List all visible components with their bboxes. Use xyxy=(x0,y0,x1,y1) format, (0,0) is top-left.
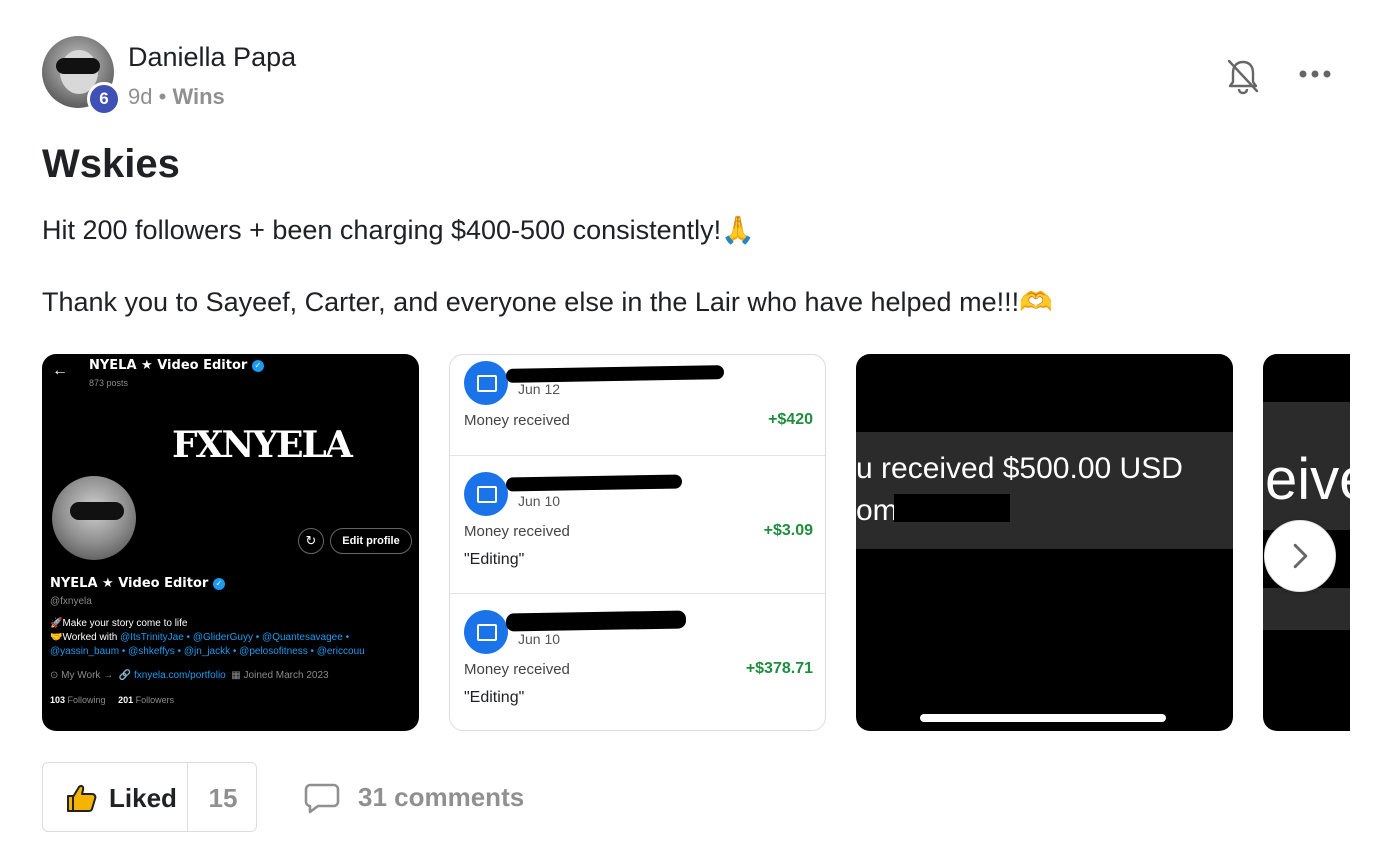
profile-bio: 🚀Make your story come to life 🤝Worked wi… xyxy=(50,617,410,659)
store-icon xyxy=(464,610,508,654)
payment-date: Jun 10 xyxy=(518,631,561,647)
bell-off-icon[interactable] xyxy=(1226,58,1260,96)
profile-header-name: NYELA ★ Video Editor ✓ xyxy=(89,358,264,373)
meta-separator: • xyxy=(158,84,167,109)
post-body-line-2: Thank you to Sayeef, Carter, and everyon… xyxy=(42,287,1053,317)
payment-date: Jun 10 xyxy=(518,493,561,509)
author-name[interactable]: Daniella Papa xyxy=(128,42,296,73)
like-control: Liked 15 xyxy=(42,762,257,832)
profile-picture xyxy=(50,474,138,562)
followers-count: 201 xyxy=(118,695,134,705)
thumbs-up-icon xyxy=(67,785,97,812)
profile-info: ⊙ My Work → 🔗 fxnyela.com/portfolio ▦ Jo… xyxy=(50,670,329,681)
chevron-right-icon[interactable] xyxy=(1264,520,1336,592)
payment-label: Money received xyxy=(464,412,570,429)
profile-posts-count: 873 posts xyxy=(89,378,129,388)
bio-line-1: 🚀Make your story come to life xyxy=(50,618,188,629)
notice-line-1: u received $500.00 USD xyxy=(856,452,1183,485)
post-category[interactable]: Wins xyxy=(172,84,224,109)
redaction-scribble xyxy=(505,610,687,632)
partial-bar xyxy=(1263,588,1350,630)
bio-line-3: @yassin_baum • @shkeffys • @jn_jackk • @… xyxy=(50,646,365,657)
profile-location: My Work → xyxy=(61,670,114,681)
avatar-glasses xyxy=(56,58,100,74)
payment-date: Jun 12 xyxy=(518,381,561,397)
profile-display-name: NYELA ★ Video Editor ✓ xyxy=(50,576,225,591)
back-arrow-icon: ← xyxy=(52,362,68,379)
home-indicator xyxy=(920,714,1166,722)
post-body-line-1: Hit 200 followers + been charging $400-5… xyxy=(42,215,755,245)
payment-label: Money received xyxy=(464,523,570,540)
bio-line-2-links: @ItsTrinityJae • @GliderGuyy • @Quantesa… xyxy=(120,632,350,643)
like-count[interactable]: 15 xyxy=(188,783,258,814)
gallery-image-notice[interactable]: u received $500.00 USD om xyxy=(856,354,1233,731)
store-icon xyxy=(464,361,508,405)
liked-label: Liked xyxy=(109,783,177,813)
verified-icon: ✓ xyxy=(212,577,225,590)
profile-joined: Joined March 2023 xyxy=(243,670,329,681)
partial-text: eive xyxy=(1265,447,1350,512)
gallery-image-payments[interactable]: Jun 12 Money received +$420 Jun 10 Money… xyxy=(449,354,826,731)
bio-line-2-prefix: 🤝Worked with xyxy=(50,632,121,643)
gallery-image-profile[interactable]: ← NYELA ★ Video Editor ✓ 873 posts FXNYE… xyxy=(42,354,419,731)
verified-icon: ✓ xyxy=(251,359,264,372)
post-title: Wskies xyxy=(42,142,180,186)
edit-profile-button: Edit profile xyxy=(330,528,412,554)
post-meta: 9d • Wins xyxy=(128,84,225,110)
payment-note: "Editing" xyxy=(464,689,525,706)
profile-display-name-text: NYELA ★ Video Editor xyxy=(50,576,209,591)
notice-line-2: om xyxy=(856,494,898,527)
redaction-scribble xyxy=(505,474,683,492)
following-label: Following xyxy=(67,695,106,705)
more-horizontal-icon[interactable] xyxy=(1298,66,1332,82)
refresh-icon: ↻ xyxy=(298,528,324,554)
profile-website: fxnyela.com/portfolio xyxy=(134,670,226,681)
payment-label: Money received xyxy=(464,661,570,678)
payment-row: Jun 10 Money received +$3.09 "Editing" xyxy=(450,456,825,594)
like-button[interactable]: Liked xyxy=(43,763,188,831)
post-header: 6 Daniella Papa 9d • Wins xyxy=(42,36,1352,116)
bio-line-2: 🤝Worked with @ItsTrinityJae • @GliderGuy… xyxy=(50,631,410,645)
link-icon: 🔗 xyxy=(118,670,132,681)
profile-banner-logo: FXNYELA xyxy=(172,424,353,466)
notice-banner xyxy=(856,432,1233,549)
payment-amount: +$420 xyxy=(768,411,813,428)
payment-row: Jun 12 Money received +$420 xyxy=(450,355,825,456)
payment-row: Jun 10 Money received +$378.71 "Editing" xyxy=(450,594,825,730)
location-icon: ⊙ xyxy=(50,670,59,681)
calendar-icon: ▦ xyxy=(231,670,241,681)
image-gallery: ← NYELA ★ Video Editor ✓ 873 posts FXNYE… xyxy=(42,354,1350,732)
post-age: 9d xyxy=(128,84,153,109)
followers-label: Followers xyxy=(135,695,175,705)
comments-link[interactable]: 31 comments xyxy=(358,782,524,813)
following-count: 103 xyxy=(50,695,66,705)
payment-amount: +$3.09 xyxy=(763,522,813,539)
level-badge: 6 xyxy=(87,82,121,116)
redaction-box xyxy=(894,494,1010,522)
payment-amount: +$378.71 xyxy=(745,660,813,677)
profile-header-name-text: NYELA ★ Video Editor xyxy=(89,358,248,373)
comment-icon[interactable] xyxy=(304,782,340,814)
profile-follow-counts: 103 Following 201 Followers xyxy=(50,695,174,705)
profile-picture-glasses xyxy=(70,502,124,520)
store-icon xyxy=(464,472,508,516)
payment-note: "Editing" xyxy=(464,551,525,568)
profile-handle: @fxnyela xyxy=(50,596,92,607)
